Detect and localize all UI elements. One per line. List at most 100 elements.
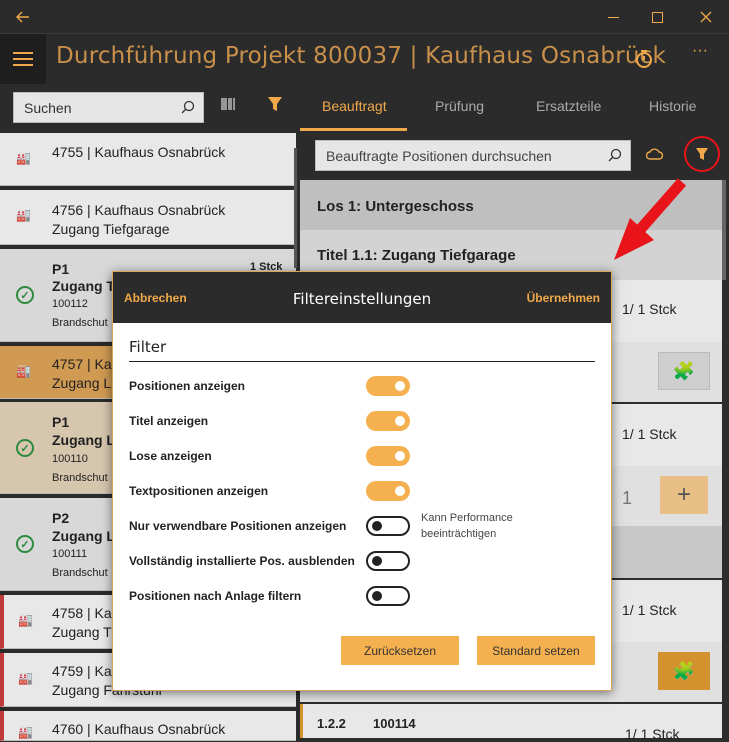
position-name: Zugang T xyxy=(52,278,115,294)
position-label: P2 xyxy=(52,510,70,526)
red-arrow-annotation xyxy=(614,178,687,260)
filter-label-vollstaendig: Vollständig installierte Pos. ausblenden xyxy=(129,554,355,568)
position-search-box[interactable] xyxy=(315,140,631,171)
position-number: 100111 xyxy=(52,548,88,560)
apply-button[interactable]: Übernehmen xyxy=(527,291,600,305)
list-item-title: 4759 | Ka xyxy=(52,663,112,679)
filter-icon[interactable] xyxy=(267,96,283,115)
building-icon: 🏭 xyxy=(16,364,31,378)
check-circle-icon: ✓ xyxy=(16,535,34,553)
cloud-sync-icon[interactable] xyxy=(645,147,664,165)
quantity-stepper-value[interactable]: 1 xyxy=(622,488,632,509)
title-bar xyxy=(0,0,729,34)
barcode-icon[interactable] xyxy=(221,97,235,114)
left-scrollbar[interactable] xyxy=(294,148,297,268)
position-label: P1 xyxy=(52,261,70,277)
list-item[interactable]: 🏭 4760 | Kaufhaus Osnabrück xyxy=(0,711,296,741)
tab-bar: Beauftragt Prüfung Ersatzteile Historie xyxy=(300,84,729,132)
filter-label-titel: Titel anzeigen xyxy=(129,414,209,428)
back-arrow-icon[interactable] xyxy=(0,0,46,34)
position-quantity: 1/ 1 Stck xyxy=(622,301,677,317)
tab-pruefung[interactable]: Prüfung xyxy=(435,98,484,114)
stopwatch-icon[interactable] xyxy=(633,48,655,73)
toggle-positionen-anzeigen[interactable] xyxy=(366,376,410,396)
tab-ersatzteile[interactable]: Ersatzteile xyxy=(536,98,601,114)
app-header: Durchführung Projekt 800037 | Kaufhaus O… xyxy=(0,34,729,84)
position-desc: Brandschut xyxy=(52,567,108,579)
building-icon: 🏭 xyxy=(18,613,33,627)
list-item-title: 4760 | Kaufhaus Osnabrück xyxy=(52,721,226,737)
puzzle-add-icon: 🧩 xyxy=(672,360,696,381)
list-item-subtitle: Zugang Ti xyxy=(52,624,115,640)
active-tab-indicator xyxy=(300,128,407,131)
more-options-icon[interactable]: ··· xyxy=(692,42,708,60)
filter-label-positionen: Positionen anzeigen xyxy=(129,379,246,393)
list-item[interactable]: 🏭 4755 | Kaufhaus Osnabrück xyxy=(0,133,296,186)
search-box[interactable] xyxy=(13,92,204,123)
filter-icon xyxy=(696,148,708,160)
position-number: 1.2.2 xyxy=(317,716,346,731)
search-input[interactable] xyxy=(14,93,174,122)
los-title: Los 1: Untergeschoss xyxy=(317,198,474,215)
position-id: 100114 xyxy=(373,716,416,731)
position-name: Zugang L xyxy=(52,528,115,544)
position-desc: Brandschut xyxy=(52,317,108,329)
position-row[interactable]: 1.2.2 100114 1/ 1 Stck xyxy=(300,704,722,742)
position-quantity: 1/ 1 Stck xyxy=(622,602,677,618)
hamburger-menu-icon[interactable] xyxy=(0,34,46,84)
close-button[interactable] xyxy=(683,0,729,34)
position-quantity: 1/ 1 Stck xyxy=(625,726,680,742)
list-item-title: 4757 | Ka xyxy=(52,356,112,372)
filter-label-textpositionen: Textpositionen anzeigen xyxy=(129,484,269,498)
toggle-nur-verwendbare[interactable] xyxy=(366,516,410,536)
building-icon: 🏭 xyxy=(16,151,31,165)
list-item-title: 4758 | Ka xyxy=(52,605,112,621)
toggle-lose-anzeigen[interactable] xyxy=(366,446,410,466)
filter-label-lose: Lose anzeigen xyxy=(129,449,212,463)
position-desc: Brandschut xyxy=(52,472,108,484)
filter-settings-dialog: Abbrechen Filtereinstellungen Übernehmen… xyxy=(112,271,612,691)
add-part-button[interactable]: 🧩 xyxy=(658,352,710,390)
toggle-titel-anzeigen[interactable] xyxy=(366,411,410,431)
filter-label-verwendbare: Nur verwendbare Positionen anzeigen xyxy=(129,519,347,533)
position-number: 100110 xyxy=(52,453,88,465)
titel-title: Titel 1.1: Zugang Tiefgarage xyxy=(317,247,516,264)
position-search-input[interactable] xyxy=(316,141,596,170)
reset-button[interactable]: Zurücksetzen xyxy=(341,636,459,665)
increment-button[interactable]: + xyxy=(660,476,708,514)
list-item-title: 4756 | Kaufhaus Osnabrück xyxy=(52,202,226,218)
list-item-subtitle: Zugang Tiefgarage xyxy=(52,221,170,237)
building-icon: 🏭 xyxy=(18,671,33,685)
puzzle-add-icon: 🧩 xyxy=(672,660,696,681)
toggle-nach-anlage[interactable] xyxy=(366,586,410,606)
position-number: 100112 xyxy=(52,298,88,310)
performance-note-line2: beeinträchtigen xyxy=(421,528,497,540)
filter-label-anlage: Positionen nach Anlage filtern xyxy=(129,589,302,603)
filter-button-highlight[interactable] xyxy=(684,136,720,172)
list-item-subtitle: Zugang L xyxy=(52,375,112,391)
position-quantity: 1/ 1 Stck xyxy=(622,426,677,442)
right-scrollbar[interactable] xyxy=(722,180,726,280)
filter-section-header: Filter xyxy=(129,338,595,362)
check-circle-icon: ✓ xyxy=(16,439,34,457)
check-circle-icon: ✓ xyxy=(16,286,34,304)
search-icon[interactable] xyxy=(608,148,622,162)
tab-beauftragt[interactable]: Beauftragt xyxy=(322,98,387,114)
toggle-textpositionen-anzeigen[interactable] xyxy=(366,481,410,501)
building-icon: 🏭 xyxy=(18,725,33,739)
maximize-button[interactable] xyxy=(634,0,680,34)
performance-note-line1: Kann Performance xyxy=(421,512,513,524)
position-label: P1 xyxy=(52,414,70,430)
minimize-button[interactable] xyxy=(590,0,636,34)
search-icon[interactable] xyxy=(181,100,195,114)
position-name: Zugang L xyxy=(52,432,115,448)
set-default-button[interactable]: Standard setzen xyxy=(477,636,595,665)
list-item-title: 4755 | Kaufhaus Osnabrück xyxy=(52,144,226,160)
add-part-button[interactable]: 🧩 xyxy=(658,652,710,690)
list-item[interactable]: 🏭 4756 | Kaufhaus Osnabrück Zugang Tiefg… xyxy=(0,190,296,245)
building-icon: 🏭 xyxy=(16,208,31,222)
toggle-vollstaendig-ausblenden[interactable] xyxy=(366,551,410,571)
page-title: Durchführung Projekt 800037 | Kaufhaus O… xyxy=(56,43,667,69)
tab-historie[interactable]: Historie xyxy=(649,98,696,114)
dialog-header: Abbrechen Filtereinstellungen Übernehmen xyxy=(113,272,611,323)
